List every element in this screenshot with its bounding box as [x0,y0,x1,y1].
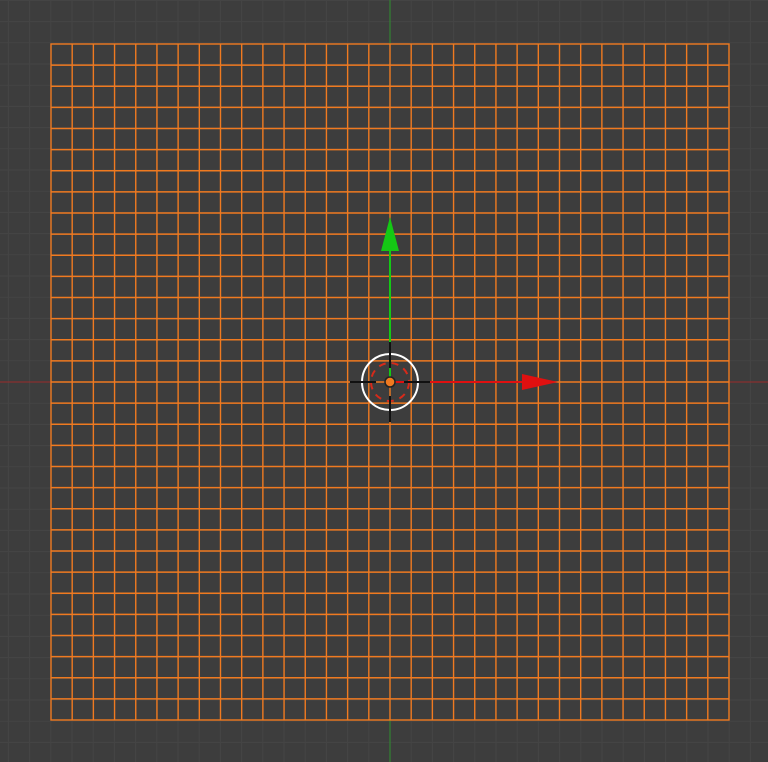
3d-viewport[interactable] [0,0,768,762]
viewport-canvas[interactable] [0,0,768,762]
object-origin[interactable] [384,376,396,388]
x-axis-arrow-head[interactable] [522,374,558,390]
origin-dot [384,376,396,388]
move-gizmo[interactable] [381,217,558,390]
